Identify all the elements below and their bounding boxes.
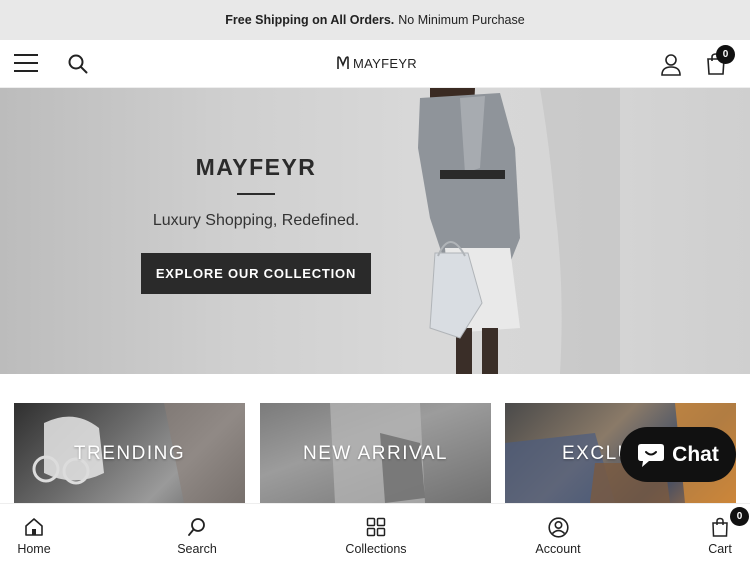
search-icon[interactable] [67, 53, 89, 75]
announcement-bold-text: Free Shipping on All Orders. [225, 13, 395, 27]
nav-account[interactable]: Account [528, 504, 588, 563]
collection-label: TRENDING [73, 443, 186, 464]
grid-icon [366, 517, 386, 537]
chat-button[interactable]: Chat [620, 427, 736, 482]
nav-search[interactable]: Search [170, 504, 224, 563]
collection-tile-trending[interactable]: TRENDING [14, 403, 245, 503]
nav-home-label: Home [17, 542, 51, 556]
account-circle-icon [547, 516, 569, 538]
nav-home[interactable]: Home [14, 504, 54, 563]
bottom-navigation: Home Search Collections Account 0 Cart [0, 503, 750, 563]
cart-count-badge: 0 [716, 45, 735, 64]
nav-search-label: Search [177, 542, 217, 556]
announcement-bar: Free Shipping on All Orders. No Minimum … [0, 0, 750, 40]
announcement-text: No Minimum Purchase [398, 13, 525, 27]
hero-banner: MAYFEYR Luxury Shopping, Redefined. EXPL… [0, 88, 750, 374]
store-page: Free Shipping on All Orders. No Minimum … [0, 0, 750, 563]
site-header: MAYFEYR 0 [0, 40, 750, 88]
chat-label: Chat [672, 442, 719, 466]
chat-bubble-icon [638, 443, 665, 467]
nav-cart-label: Cart [708, 542, 732, 556]
home-icon [25, 518, 43, 536]
hero-subtitle: Luxury Shopping, Redefined. [152, 212, 360, 229]
cart-count-badge: 0 [730, 507, 749, 526]
nav-account-label: Account [535, 542, 581, 556]
hero-content: MAYFEYR Luxury Shopping, Redefined. EXPL… [140, 154, 372, 294]
hero-divider [237, 193, 275, 195]
shopping-bag-icon [712, 517, 728, 537]
collection-tile-new-arrival[interactable]: NEW ARRIVAL [260, 403, 491, 503]
nav-collections-label: Collections [345, 542, 407, 556]
brand-name: MAYFEYR [353, 55, 417, 71]
search-icon [188, 518, 205, 536]
collection-label: NEW ARRIVAL [303, 443, 448, 464]
nav-collections[interactable]: Collections [338, 504, 414, 563]
brand-logo[interactable]: MAYFEYR [336, 55, 417, 71]
hero-model-image [418, 88, 620, 374]
explore-collection-button[interactable]: EXPLORE OUR COLLECTION [140, 253, 372, 294]
nav-cart[interactable]: 0 Cart [702, 504, 749, 563]
hero-title: MAYFEYR [195, 154, 317, 180]
logo-m-icon [337, 56, 349, 69]
menu-icon[interactable] [14, 54, 38, 74]
user-icon[interactable] [659, 52, 683, 76]
cart-button[interactable]: 0 [705, 45, 735, 78]
